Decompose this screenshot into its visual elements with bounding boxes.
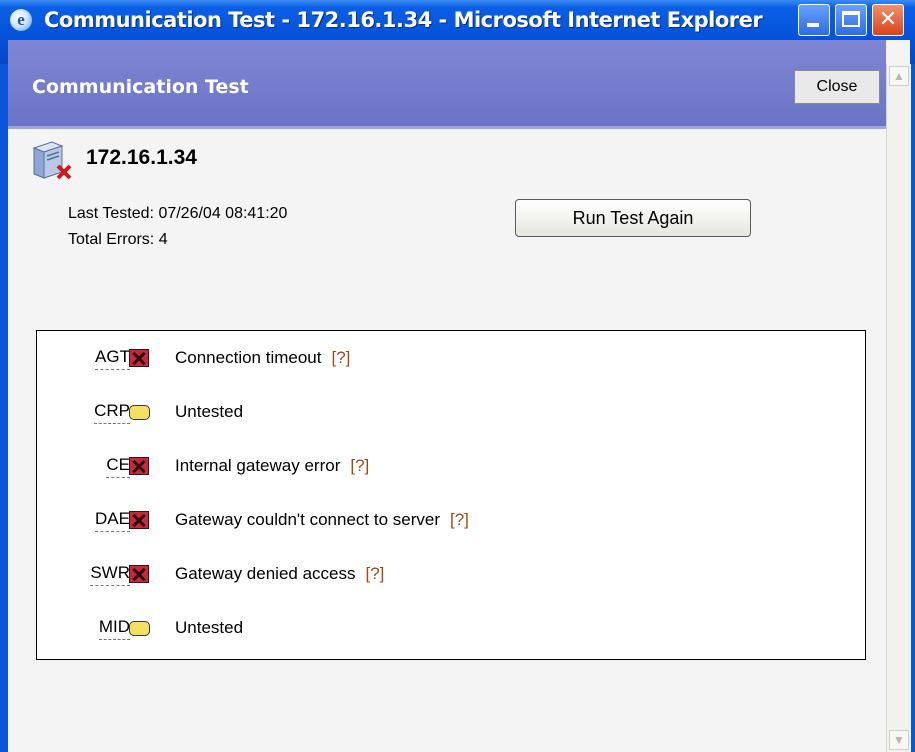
dialog-header: Communication Test Close — [8, 40, 886, 129]
help-link[interactable]: [?] — [366, 564, 385, 583]
result-code: DAE — [95, 509, 130, 532]
untested-status-icon — [129, 405, 150, 420]
result-message-line: Untested — [175, 618, 243, 638]
server-error-icon — [32, 141, 72, 180]
help-link[interactable]: [?] — [331, 348, 350, 367]
scroll-up-icon[interactable]: ▲ — [889, 66, 909, 86]
total-errors-label: Total Errors: — [68, 231, 155, 248]
result-row: SWR Gateway denied access [?] — [37, 557, 865, 591]
error-status-icon — [129, 457, 149, 475]
last-tested-value: 07/26/04 08:41:20 — [158, 205, 288, 222]
results-panel: AGT Connection timeout [?] CRP Untested C… — [36, 330, 866, 660]
help-link[interactable]: [?] — [350, 456, 369, 475]
result-message-line: Gateway denied access [?] — [175, 564, 384, 584]
help-link[interactable]: [?] — [450, 510, 469, 529]
vertical-scrollbar[interactable]: ▲ ▼ — [886, 64, 911, 752]
result-message: Gateway denied access — [175, 564, 356, 583]
untested-status-icon — [129, 621, 150, 636]
result-message-line: Gateway couldn't connect to server [?] — [175, 510, 469, 530]
internet-explorer-icon: e — [10, 9, 32, 31]
result-code: SWR — [90, 563, 130, 586]
window-close-button[interactable]: ✕ — [872, 4, 904, 36]
result-code: MID — [98, 617, 130, 640]
result-message-line: Connection timeout [?] — [175, 348, 350, 368]
window-title: Communication Test - 172.16.1.34 - Micro… — [44, 8, 763, 32]
dialog-title: Communication Test — [32, 76, 249, 98]
maximize-icon — [842, 11, 860, 27]
result-code: CRP — [94, 401, 130, 424]
error-status-icon — [129, 349, 149, 367]
result-row: CE Internal gateway error [?] — [37, 449, 865, 483]
result-row: MID Untested — [37, 611, 865, 645]
total-errors: Total Errors: 4 — [68, 231, 168, 249]
close-button[interactable]: Close — [794, 70, 880, 104]
run-test-again-button[interactable]: Run Test Again — [515, 199, 751, 237]
result-message: Untested — [175, 618, 244, 637]
result-message-line: Internal gateway error [?] — [175, 456, 369, 476]
scroll-down-icon[interactable]: ▼ — [889, 730, 909, 750]
minimize-button[interactable] — [798, 4, 830, 36]
error-status-icon — [129, 565, 149, 583]
result-row: AGT Connection timeout [?] — [37, 341, 865, 375]
result-row: DAE Gateway couldn't connect to server [?… — [37, 503, 865, 537]
result-message: Gateway couldn't connect to server — [175, 510, 440, 529]
result-message: Connection timeout — [175, 348, 322, 367]
ie-window: e Communication Test - 172.16.1.34 - Mic… — [0, 0, 915, 752]
error-status-icon — [129, 511, 149, 529]
result-code: AGT — [95, 347, 130, 370]
result-row: CRP Untested — [37, 395, 865, 429]
result-code: CE — [106, 455, 130, 478]
close-icon: ✕ — [878, 7, 898, 32]
total-errors-value: 4 — [158, 231, 168, 248]
last-tested-label: Last Tested: — [68, 205, 154, 222]
result-message: Internal gateway error — [175, 456, 341, 475]
last-tested: Last Tested: 07/26/04 08:41:20 — [68, 205, 287, 223]
result-message: Untested — [175, 402, 244, 421]
minimize-icon — [807, 23, 819, 27]
server-address: 172.16.1.34 — [86, 146, 197, 169]
maximize-button[interactable] — [835, 4, 867, 36]
result-message-line: Untested — [175, 402, 243, 422]
